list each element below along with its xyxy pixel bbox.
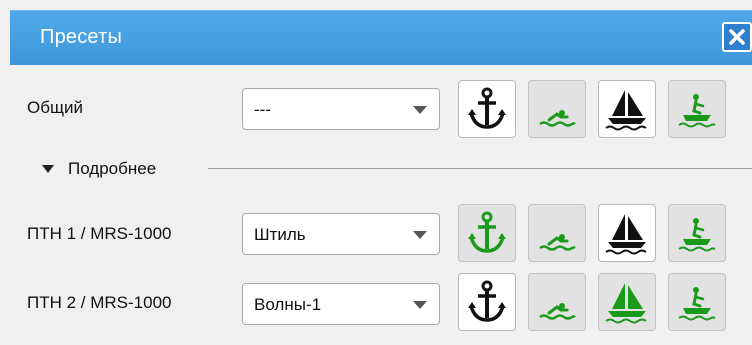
row1-jetski-button[interactable] bbox=[668, 204, 726, 262]
jetski-icon bbox=[677, 88, 717, 130]
presets-window: Пресеты Общий --- Подробнее ПТН 1 / MRS-… bbox=[0, 0, 752, 345]
preset-combo-ptn1[interactable]: Штиль bbox=[242, 213, 440, 255]
combo-value: Штиль bbox=[254, 225, 306, 244]
window-left-edge bbox=[0, 0, 10, 345]
titlebar: Пресеты bbox=[10, 10, 752, 65]
row2-anchor-button[interactable] bbox=[458, 273, 516, 331]
row2-swimmer-button[interactable] bbox=[528, 273, 586, 331]
swimmer-icon bbox=[537, 282, 577, 322]
row1-swimmer-button[interactable] bbox=[528, 204, 586, 262]
close-icon bbox=[729, 29, 745, 45]
anchor-icon bbox=[467, 211, 507, 255]
row-label-ptn2: ПТН 2 / MRS-1000 bbox=[27, 293, 172, 312]
row0-sailboat-button[interactable] bbox=[598, 80, 656, 138]
row0-jetski-button[interactable] bbox=[668, 80, 726, 138]
sailboat-icon bbox=[604, 87, 650, 131]
preset-combo-general[interactable]: --- bbox=[242, 88, 440, 130]
details-label: Подробнее bbox=[68, 159, 157, 178]
jetski-icon bbox=[677, 281, 717, 323]
sailboat-icon bbox=[604, 280, 650, 324]
sailboat-icon bbox=[604, 211, 650, 255]
row-label-general: Общий bbox=[27, 98, 83, 117]
chevron-down-icon bbox=[413, 231, 427, 239]
row0-swimmer-button[interactable] bbox=[528, 80, 586, 138]
expand-triangle-icon bbox=[42, 165, 54, 173]
combo-value: --- bbox=[254, 100, 271, 119]
row1-anchor-button[interactable] bbox=[458, 204, 516, 262]
anchor-icon bbox=[467, 280, 507, 324]
swimmer-icon bbox=[537, 89, 577, 129]
close-button[interactable] bbox=[722, 22, 752, 52]
combo-value: Волны-1 bbox=[254, 295, 322, 314]
jetski-icon bbox=[677, 212, 717, 254]
swimmer-icon bbox=[537, 213, 577, 253]
details-toggle[interactable]: Подробнее bbox=[42, 159, 156, 179]
chevron-down-icon bbox=[413, 106, 427, 114]
row0-anchor-button[interactable] bbox=[458, 80, 516, 138]
row-label-ptn1: ПТН 1 / MRS-1000 bbox=[27, 224, 172, 243]
window-title: Пресеты bbox=[40, 26, 123, 48]
preset-combo-ptn2[interactable]: Волны-1 bbox=[242, 283, 440, 325]
row1-sailboat-button[interactable] bbox=[598, 204, 656, 262]
row2-jetski-button[interactable] bbox=[668, 273, 726, 331]
row2-sailboat-button[interactable] bbox=[598, 273, 656, 331]
chevron-down-icon bbox=[413, 301, 427, 309]
divider-line bbox=[208, 168, 752, 169]
anchor-icon bbox=[467, 87, 507, 131]
